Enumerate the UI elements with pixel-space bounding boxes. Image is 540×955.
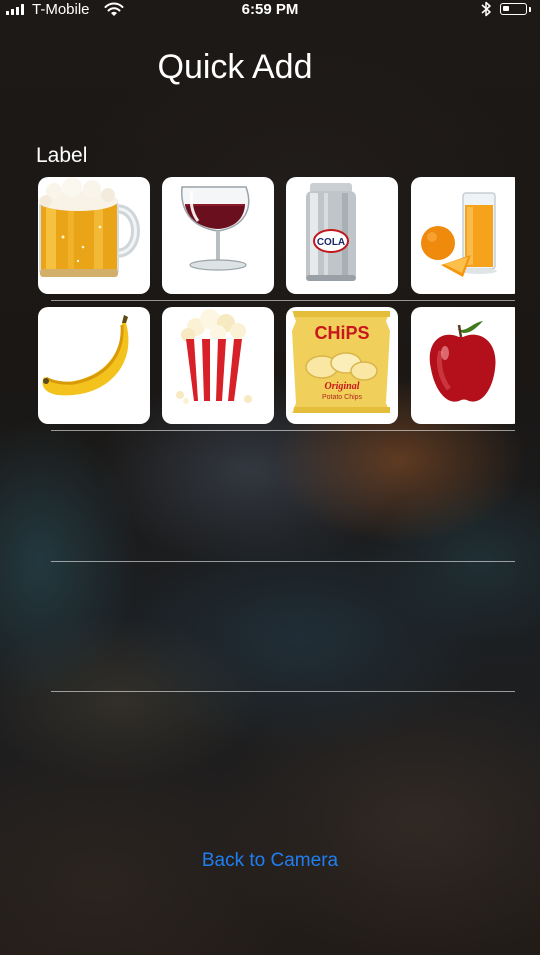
item-tile-orange-juice[interactable]: [411, 177, 515, 294]
chips-title: CHiPS: [314, 323, 369, 343]
row-divider: [51, 300, 515, 301]
battery-tip: [529, 7, 531, 12]
orange-juice-icon: [421, 192, 497, 277]
chips-subtitle-2: Potato Chips: [322, 394, 363, 401]
apple-icon: [429, 321, 496, 402]
chips-bag-icon: CHiPS Original Potato Chips: [292, 311, 390, 413]
status-bar: T-Mobile 6:59 PM: [0, 0, 540, 20]
quick-add-grid: COLA CHiPS Original Potato Chips: [38, 177, 515, 697]
row-divider: [51, 430, 515, 431]
item-tile-cola[interactable]: COLA: [286, 177, 398, 294]
section-label: Label: [36, 144, 88, 167]
item-row: COLA: [38, 177, 515, 297]
cola-label: COLA: [317, 237, 345, 248]
row-divider: [51, 691, 515, 692]
chips-subtitle: Original: [324, 381, 359, 392]
bluetooth-icon: [481, 1, 491, 17]
item-tile-beer[interactable]: [38, 177, 150, 294]
popcorn-icon: [176, 309, 252, 404]
item-row: CHiPS Original Potato Chips: [38, 307, 515, 427]
page-title: Quick Add: [157, 48, 313, 86]
item-tile-chips[interactable]: CHiPS Original Potato Chips: [286, 307, 398, 424]
item-tile-banana[interactable]: [38, 307, 150, 424]
row-divider: [51, 561, 515, 562]
battery-icon: [500, 3, 527, 15]
item-tile-wine[interactable]: [162, 177, 274, 294]
item-tile-popcorn[interactable]: [162, 307, 274, 424]
battery-level: [503, 6, 509, 11]
wine-glass-icon: [181, 186, 250, 271]
status-time: 6:59 PM: [241, 1, 299, 18]
cola-can-icon: COLA: [306, 183, 356, 281]
back-to-camera-button[interactable]: Back to Camera: [0, 850, 540, 872]
item-tile-apple[interactable]: [411, 307, 515, 424]
beer-mug-icon: [38, 177, 140, 277]
banana-icon: [42, 315, 129, 396]
